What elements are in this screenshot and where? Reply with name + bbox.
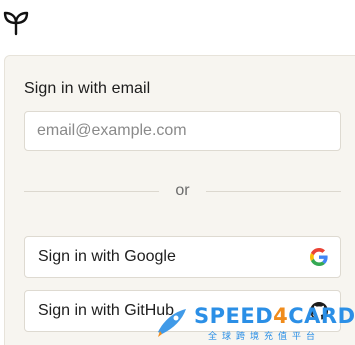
sprout-icon[interactable] xyxy=(3,10,29,36)
github-icon xyxy=(310,302,328,320)
divider-line-right xyxy=(206,191,341,192)
signin-title: Sign in with email xyxy=(24,80,151,97)
github-signin-button[interactable]: Sign in with GitHub xyxy=(24,290,341,332)
google-icon xyxy=(310,248,328,266)
google-signin-label: Sign in with Google xyxy=(38,248,176,265)
github-signin-label: Sign in with GitHub xyxy=(38,302,175,319)
login-page: Sign in with email or Sign in with Googl… xyxy=(0,0,355,345)
or-divider: or xyxy=(24,181,341,201)
google-signin-button[interactable]: Sign in with Google xyxy=(24,236,341,278)
email-input[interactable] xyxy=(24,111,341,151)
